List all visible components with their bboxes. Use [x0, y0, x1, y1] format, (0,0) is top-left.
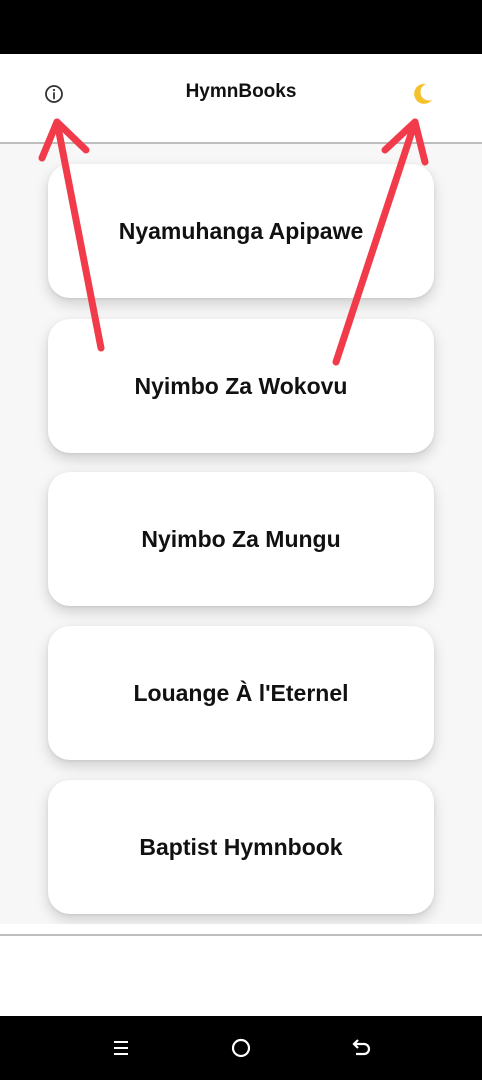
hymnbook-title: Nyimbo Za Mungu — [141, 525, 341, 552]
bottom-area — [0, 936, 482, 1016]
hymnbook-title: Nyimbo Za Wokovu — [134, 372, 348, 399]
app-bar: HymnBooks — [0, 54, 482, 142]
status-bar — [0, 0, 482, 54]
back-button[interactable] — [344, 1032, 378, 1064]
hymnbook-title: Baptist Hymnbook — [139, 833, 343, 860]
hymnbook-title: Louange À l'Eternel — [133, 679, 349, 706]
theme-toggle-button[interactable] — [406, 78, 438, 110]
home-circle-icon — [231, 1038, 251, 1058]
hymnbook-card[interactable]: Nyimbo Za Mungu — [48, 472, 434, 606]
hymnbook-list[interactable]: Nyamuhanga Apipawe Nyimbo Za Wokovu Nyim… — [0, 144, 482, 924]
recent-apps-button[interactable] — [104, 1032, 138, 1064]
system-navigation-bar — [0, 1016, 482, 1080]
hymnbook-card[interactable]: Nyamuhanga Apipawe — [48, 164, 434, 298]
back-arrow-icon — [352, 1039, 371, 1056]
hymnbook-title: Nyamuhanga Apipawe — [118, 217, 364, 244]
menu-lines-icon — [114, 1041, 128, 1055]
hymnbook-card[interactable]: Louange À l'Eternel — [48, 626, 434, 760]
hymnbook-card[interactable]: Nyimbo Za Wokovu — [48, 319, 434, 453]
crescent-moon-icon — [414, 83, 432, 104]
hymnbook-card[interactable]: Baptist Hymnbook — [48, 780, 434, 914]
home-button[interactable] — [224, 1032, 258, 1064]
